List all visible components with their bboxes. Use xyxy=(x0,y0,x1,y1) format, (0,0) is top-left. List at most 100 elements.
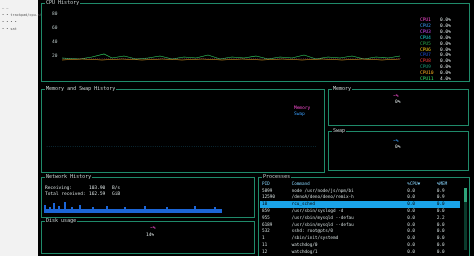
process-row[interactable]: 5899 node /usr/node/js/npm/bi 0.0 0.9 xyxy=(260,188,460,195)
cpu-legend-name: CPU8 xyxy=(420,59,431,65)
cpu-legend-name: CPU1 xyxy=(420,18,431,23)
process-scrollbar[interactable] xyxy=(464,188,467,250)
strip-row-4[interactable]: • • sat xyxy=(2,27,17,31)
cpu-legend-pct: 0.0% xyxy=(440,71,451,77)
receiving-value: 103.90 xyxy=(89,186,106,191)
cpu-legend-item: CPU8 0.0% xyxy=(420,59,451,65)
column-header-pid[interactable]: PID xyxy=(260,181,290,188)
network-history-panel: Network History Receiving: 103.90 B/s To… xyxy=(41,174,255,218)
cpu-baseline-dots: ........................................… xyxy=(62,56,402,60)
process-cpu: 0.0 xyxy=(407,229,415,235)
cpu-legend-pct: 0.0% xyxy=(440,41,451,47)
process-scrollbar-thumb[interactable] xyxy=(464,188,467,202)
process-pid: 12590 xyxy=(262,195,275,201)
column-header-command[interactable]: Command xyxy=(290,181,406,188)
process-table: PID Command %CPU▼ %MEM 5899 node /usr/nod… xyxy=(260,181,460,256)
total-received-label: Total received: xyxy=(45,192,86,197)
network-history-graph xyxy=(44,202,222,213)
disk-gauge-label: ~% xyxy=(150,226,156,231)
process-command: node /usr/node/js/npm/bi xyxy=(291,188,354,194)
cpu-legend-item: CPU3 0.0% xyxy=(420,29,451,35)
cpu-y-label: 20 xyxy=(52,54,58,59)
cpu-legend-pct: 0.0% xyxy=(440,59,451,65)
disk-usage-title: Disk usage xyxy=(45,218,78,224)
memswap-history-title: Memory and Swap History xyxy=(45,86,117,92)
memory-gauge-label: ~% xyxy=(393,94,399,99)
process-row[interactable]: 10 rcu_sched 0.0 0.0 xyxy=(260,201,460,209)
processes-panel: Processes PID Command %CPU▼ %MEM 5899 nod… xyxy=(258,174,470,256)
process-cpu: 0.0 xyxy=(405,201,435,209)
process-pid: 955 xyxy=(262,215,270,221)
process-cpu: 0.0 xyxy=(407,249,415,255)
memory-gauge-value: 0% xyxy=(395,100,401,105)
cpu-legend-item: CPU10 0.0% xyxy=(420,71,451,77)
cpu-legend-name: CPU2 xyxy=(420,23,431,29)
process-command: rcu_sched xyxy=(289,201,406,209)
memswap-legend-memory: Memory xyxy=(294,106,311,111)
cpu-legend-name: CPU9 xyxy=(420,65,431,71)
processes-title: Processes xyxy=(262,174,292,180)
receiving-unit: B/s xyxy=(112,186,121,191)
column-header-cpu[interactable]: %CPU▼ xyxy=(405,181,435,188)
process-row[interactable]: 11 watchdog/0 0.0 0.0 xyxy=(260,242,460,249)
process-row[interactable]: 1/sbin/init/systemd 0.0 0.0 xyxy=(260,235,460,242)
cpu-legend-name: CPU11 xyxy=(420,77,434,82)
process-mem: 0.0 xyxy=(434,201,460,209)
memory-swap-history-panel: Memory and Swap History Memory Swap ....… xyxy=(41,86,325,173)
process-cpu: 0.0 xyxy=(407,215,415,221)
cpu-legend-name: CPU3 xyxy=(420,29,431,35)
process-command: /usr/sbin/mysqld --defau xyxy=(291,215,354,221)
process-mem: 0.0 xyxy=(436,236,445,242)
process-row[interactable]: 12590/denoA/deno/deno/remix-h 0.0 0.9 xyxy=(260,195,460,202)
cpu-legend-name: CPU10 xyxy=(420,71,434,77)
cpu-history-title: CPU History xyxy=(45,0,81,6)
process-pid: 532 xyxy=(262,229,270,235)
cpu-history-graph xyxy=(62,53,401,61)
cpu-history-panel: CPU History 80 60 40 20 ................… xyxy=(41,0,470,82)
desktop-side-strip: — — • • trackpad/cpu.sh • • • • • • sat xyxy=(0,0,42,256)
total-received-value: 162.59 xyxy=(89,192,106,197)
process-command: /usr/sbin/syslogd -d xyxy=(291,209,344,215)
cpu-legend-name: CPU4 xyxy=(420,35,431,41)
process-table-header: PID Command %CPU▼ %MEM xyxy=(260,181,460,188)
cpu-y-label: 40 xyxy=(52,40,58,45)
strip-row-1: — — xyxy=(2,6,9,10)
column-header-mem[interactable]: %MEM xyxy=(435,181,460,188)
cpu-legend-pct: 0.0% xyxy=(440,29,451,35)
process-command: /denoA/deno/deno/remix-h xyxy=(291,195,354,201)
cpu-legend-item: CPU4 0.0% xyxy=(420,35,451,41)
swap-gauge-label: ~% xyxy=(393,139,399,144)
cpu-legend-item: CPU11 4.0% xyxy=(420,77,451,82)
cpu-legend-pct: 0.0% xyxy=(440,23,451,29)
process-pid: 859 xyxy=(262,209,270,215)
process-row[interactable]: 6189/usr/sbin/mysqld --defau 0.0 0.0 xyxy=(260,222,460,229)
cpu-legend-pct: 0.0% xyxy=(440,47,451,53)
process-cpu: 0.0 xyxy=(407,195,415,201)
memory-panel: Memory ~% 0% xyxy=(328,86,469,126)
cpu-legend-item: CPU5 0.0% xyxy=(420,42,451,47)
process-pid: 1 xyxy=(262,236,265,242)
cpu-legend-pct: 0.0% xyxy=(440,65,451,71)
strip-row-2[interactable]: • • trackpad/cpu.sh xyxy=(2,13,42,17)
process-mem: 0.0 xyxy=(436,249,445,255)
process-cpu: 0.0 xyxy=(407,188,415,194)
process-command: /sbin/init/systemd xyxy=(291,236,339,242)
process-row[interactable]: 12 watchdog/1 0.0 0.0 xyxy=(260,249,460,256)
process-pid: 6189 xyxy=(262,222,273,228)
strip-row-3: • • • • xyxy=(2,20,17,24)
process-cpu: 0.0 xyxy=(407,209,415,215)
cpu-legend-item: CPU7 0.0% xyxy=(420,53,451,58)
process-row[interactable]: 532 sshd: root@pts/0 0.0 0.0 xyxy=(260,229,460,236)
cpu-legend-pct: 0.0% xyxy=(440,35,451,41)
process-mem: 0.9 xyxy=(436,188,445,194)
process-pid: 10 xyxy=(260,201,290,209)
process-mem: 0.0 xyxy=(436,229,445,235)
swap-title: Swap xyxy=(332,128,347,134)
process-row[interactable]: 955/usr/sbin/mysqld --defau 0.0 2.2 xyxy=(260,215,460,222)
process-row[interactable]: 859/usr/sbin/syslogd -d 0.0 0.0 xyxy=(260,208,460,215)
cpu-legend-item: CPU2 0.0% xyxy=(420,23,451,29)
memory-title: Memory xyxy=(332,86,353,92)
process-command: watchdog/0 xyxy=(291,243,318,249)
cpu-legend-pct: 0.0% xyxy=(440,53,451,59)
process-pid: 12 xyxy=(262,249,268,255)
